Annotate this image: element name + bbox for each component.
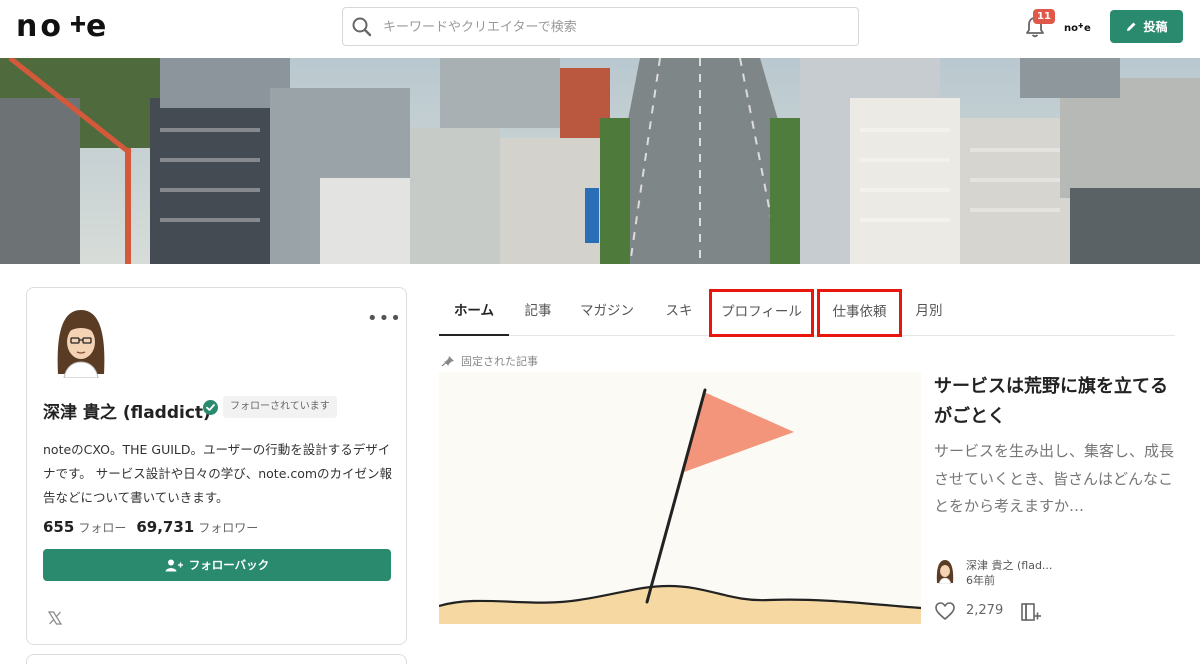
- profile-card: ••• 深津 貴之 (fladdict) フォローされています noteのCXO…: [26, 287, 407, 645]
- profile-name: 深津 貴之 (fladdict): [43, 403, 211, 423]
- follow-back-label: フォローバック: [188, 558, 270, 572]
- pinned-label-text: 固定された記事: [461, 355, 538, 368]
- secondary-card-edge: [26, 654, 407, 664]
- following-count[interactable]: 655: [43, 518, 74, 536]
- svg-text:e: e: [1084, 23, 1091, 34]
- article-timestamp: 6年前: [966, 574, 995, 587]
- followers-count[interactable]: 69,731: [136, 518, 194, 536]
- search-input[interactable]: [383, 14, 843, 40]
- more-options-icon[interactable]: •••: [367, 308, 402, 329]
- x-social-icon[interactable]: [47, 610, 63, 626]
- followed-by-badge: フォローされています: [223, 396, 337, 418]
- tab-magazines[interactable]: マガジン: [577, 290, 637, 335]
- profile-banner-image: [0, 58, 1200, 264]
- svg-text:no: no: [1064, 23, 1078, 34]
- tab-home[interactable]: ホーム: [439, 290, 509, 336]
- add-user-icon: [165, 559, 183, 571]
- verified-icon: [203, 400, 218, 415]
- tab-likes[interactable]: スキ: [661, 290, 697, 335]
- article-author[interactable]: 深津 貴之 (flad...: [966, 557, 1052, 573]
- svg-text:no: no: [16, 9, 64, 44]
- notification-badge: 11: [1033, 9, 1055, 24]
- pinned-label: 固定された記事: [441, 353, 538, 369]
- heart-icon[interactable]: [934, 601, 956, 621]
- follow-stats: 655 フォロー 69,731 フォロワー: [43, 518, 258, 536]
- tab-work-request[interactable]: 仕事依頼: [817, 289, 902, 337]
- tab-profile[interactable]: プロフィール: [709, 289, 814, 337]
- followers-label[interactable]: フォロワー: [198, 519, 258, 536]
- pin-icon: [441, 356, 454, 367]
- user-menu-logo[interactable]: no e: [1064, 20, 1094, 34]
- add-to-magazine-icon[interactable]: [1020, 602, 1042, 622]
- tab-articles[interactable]: 記事: [523, 290, 553, 335]
- article-description: サービスを生み出し、集客し、成長させていくとき、皆さんはどんなことをから考えます…: [934, 442, 1175, 515]
- avatar[interactable]: [50, 304, 112, 378]
- profile-bio: noteのCXO。THE GUILD。ユーザーの行動を設計するデザイナです。 サ…: [43, 442, 393, 505]
- note-logo[interactable]: no e: [16, 9, 120, 45]
- tab-monthly[interactable]: 月別: [911, 290, 947, 335]
- article-title[interactable]: サービスは荒野に旗を立てるがごとく: [934, 372, 1184, 432]
- search-icon: [352, 17, 372, 37]
- follow-back-button[interactable]: フォローバック: [43, 549, 391, 581]
- article-thumbnail[interactable]: [439, 372, 921, 624]
- post-button-label: 投稿: [1143, 20, 1168, 34]
- post-button[interactable]: 投稿: [1110, 10, 1183, 43]
- pencil-icon: [1127, 22, 1136, 31]
- top-header: no e 11 no e 投稿: [0, 0, 1200, 58]
- search-box[interactable]: [342, 7, 859, 46]
- profile-tabs: ホーム 記事 マガジン スキ プロフィール 仕事依頼 月別: [439, 289, 1175, 337]
- like-count: 2,279: [966, 603, 1004, 618]
- author-avatar[interactable]: [934, 558, 956, 584]
- following-label[interactable]: フォロー: [78, 519, 126, 536]
- svg-text:e: e: [86, 9, 106, 44]
